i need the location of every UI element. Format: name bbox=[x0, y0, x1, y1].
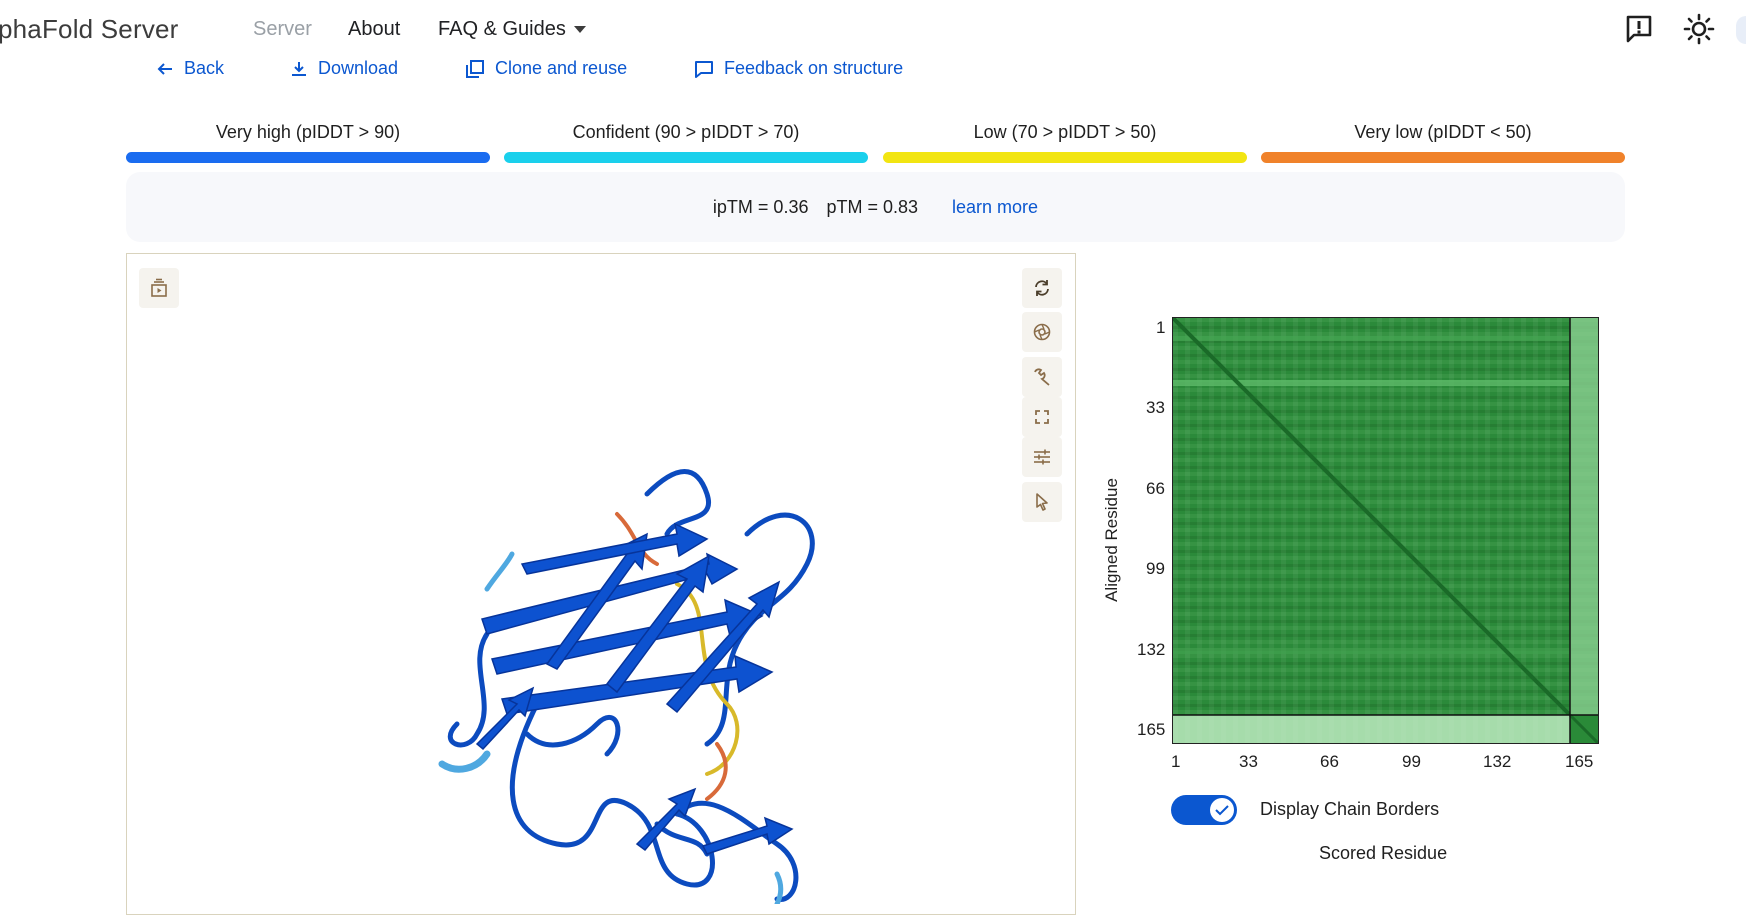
pae-x-tick: 99 bbox=[1402, 752, 1421, 771]
select-pointer-icon bbox=[1036, 493, 1048, 511]
legend-bar bbox=[504, 152, 868, 163]
legend-confident: Confident (90 > pIDDT > 70) bbox=[504, 120, 868, 163]
select-button[interactable] bbox=[1022, 482, 1062, 522]
chain-borders-toggle[interactable] bbox=[1171, 795, 1237, 825]
back-button[interactable]: Back bbox=[156, 58, 224, 79]
settings-sliders-icon bbox=[1034, 449, 1050, 465]
pae-y-tick: 165 bbox=[1137, 720, 1166, 739]
theme-sun-icon[interactable] bbox=[1682, 12, 1716, 46]
download-button[interactable]: Download bbox=[290, 58, 398, 79]
tm-score-banner: ipTM = 0.36 pTM = 0.83 learn more bbox=[126, 172, 1625, 242]
spin-icon bbox=[1033, 323, 1051, 341]
nav-faq-guides[interactable]: FAQ & Guides bbox=[438, 18, 586, 41]
nav-faq-label: FAQ & Guides bbox=[438, 18, 566, 40]
pae-x-tick: 66 bbox=[1320, 752, 1339, 771]
caret-down-icon bbox=[573, 26, 586, 34]
structure-viewer[interactable] bbox=[126, 253, 1076, 915]
legend-very-low: Very low (pIDDT < 50) bbox=[1261, 120, 1625, 163]
clone-and-reuse-button[interactable]: Clone and reuse bbox=[465, 58, 627, 79]
feedback-label: Feedback on structure bbox=[724, 58, 904, 78]
learn-more-link[interactable]: learn more bbox=[952, 197, 1038, 218]
pae-x-tick: 132 bbox=[1483, 752, 1512, 771]
legend-label: Confident (90 > pIDDT > 70) bbox=[572, 122, 800, 142]
download-icon bbox=[292, 61, 306, 76]
pae-heatmap[interactable] bbox=[1172, 317, 1599, 744]
pae-y-axis-label: Aligned Residue bbox=[1102, 478, 1121, 602]
legend-bar bbox=[1261, 152, 1625, 163]
nav-server[interactable]: Server bbox=[253, 18, 312, 41]
legend-low: Low (70 > pIDDT > 50) bbox=[883, 120, 1247, 163]
feedback-on-structure-button[interactable]: Feedback on structure bbox=[694, 58, 903, 79]
pae-y-tick: 33 bbox=[1146, 398, 1165, 417]
legend-bar bbox=[883, 152, 1247, 163]
wrench-icon bbox=[1034, 368, 1050, 386]
back-label: Back bbox=[184, 58, 225, 78]
pae-y-tick: 1 bbox=[1156, 318, 1166, 337]
clone-label: Clone and reuse bbox=[495, 58, 628, 78]
ptm-score: pTM = 0.83 bbox=[826, 196, 919, 217]
toggle-knob bbox=[1210, 798, 1234, 822]
top-navigation: lphaFold Server Server About FAQ & Guide… bbox=[0, 0, 1746, 60]
pae-y-tick: 132 bbox=[1137, 640, 1166, 659]
pae-x-tick: 33 bbox=[1239, 752, 1258, 771]
fullscreen-icon bbox=[1035, 410, 1049, 424]
comment-icon bbox=[695, 60, 713, 78]
settings-button[interactable] bbox=[1022, 437, 1062, 477]
legend-very-high: Very high (pIDDT > 90) bbox=[126, 120, 490, 163]
fullscreen-button[interactable] bbox=[1022, 397, 1062, 437]
check-icon bbox=[1215, 805, 1229, 816]
reset-view-icon bbox=[1035, 280, 1049, 296]
pae-x-axis-label: Scored Residue bbox=[1319, 843, 1448, 863]
feedback-alert-icon[interactable] bbox=[1622, 12, 1656, 46]
legend-label: Low (70 > pIDDT > 50) bbox=[973, 122, 1157, 142]
pae-y-tick: 66 bbox=[1146, 479, 1165, 498]
tools-button[interactable] bbox=[1022, 357, 1062, 397]
legend-label: Very high (pIDDT > 90) bbox=[215, 122, 401, 142]
download-label: Download bbox=[318, 58, 399, 78]
pae-y-tick: 99 bbox=[1146, 559, 1165, 578]
legend-bar bbox=[126, 152, 490, 163]
avatar[interactable] bbox=[1736, 16, 1746, 44]
nav-about[interactable]: About bbox=[348, 18, 400, 41]
arrow-back-icon bbox=[157, 62, 172, 75]
iptm-score: ipTM = 0.36 bbox=[712, 196, 809, 217]
animation-panel-icon bbox=[151, 278, 167, 297]
pae-x-tick: 1 bbox=[1171, 752, 1181, 771]
legend-label: Very low (pIDDT < 50) bbox=[1354, 122, 1532, 142]
app-title[interactable]: lphaFold Server bbox=[0, 14, 179, 45]
reset-view-button[interactable] bbox=[1022, 268, 1062, 308]
spin-button[interactable] bbox=[1022, 312, 1062, 352]
protein-structure-render bbox=[438, 469, 815, 904]
chain-borders-label: Display Chain Borders bbox=[1260, 799, 1440, 819]
pae-x-tick: 165 bbox=[1565, 752, 1594, 771]
copy-icon bbox=[466, 59, 484, 78]
animation-panel-button[interactable] bbox=[139, 268, 179, 308]
